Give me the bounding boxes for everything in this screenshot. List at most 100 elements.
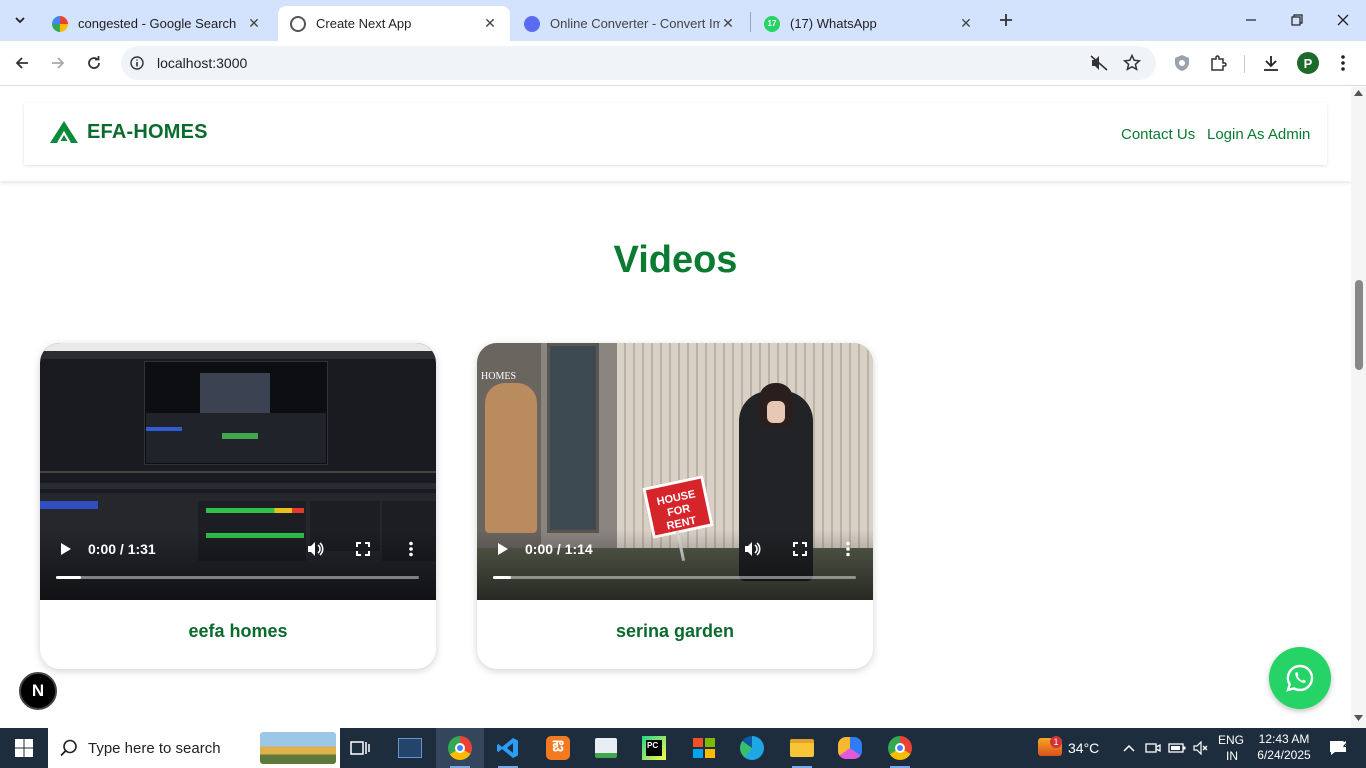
video-progress-bar[interactable] <box>56 576 419 579</box>
search-highlight-image <box>260 732 336 764</box>
edge-icon <box>740 736 764 760</box>
scroll-down-icon[interactable] <box>1354 715 1363 721</box>
show-hidden-icons-button[interactable] <box>1118 728 1140 768</box>
search-icon <box>60 739 77 757</box>
video-player[interactable]: 0:00 / 1:31 <box>40 343 436 600</box>
forward-button[interactable] <box>44 49 72 77</box>
media-muted-icon[interactable] <box>1090 55 1108 71</box>
video-progress-fill <box>493 576 512 579</box>
tab-online-converter[interactable]: Online Converter - Convert Ima ✕ <box>512 6 748 41</box>
taskbar-app-chrome-2[interactable] <box>876 728 924 768</box>
task-view-button[interactable] <box>336 728 384 768</box>
back-button[interactable] <box>8 49 36 77</box>
video-title: serina garden <box>615 621 735 641</box>
close-icon[interactable]: ✕ <box>482 15 498 32</box>
taskbar-app-xampp[interactable]: ఔ <box>534 728 582 768</box>
shield-extension-button[interactable] <box>1170 51 1194 75</box>
browser-toolbar: localhost:3000 P <box>0 41 1366 86</box>
volume-icon <box>308 542 324 556</box>
address-bar[interactable]: localhost:3000 <box>121 46 1156 80</box>
taskbar-app-edge[interactable] <box>728 728 776 768</box>
extensions-button[interactable] <box>1206 51 1230 75</box>
battery-status[interactable] <box>1166 728 1188 768</box>
video-progress-fill <box>56 576 82 579</box>
close-icon[interactable]: ✕ <box>958 15 974 32</box>
weather-widget[interactable]: 1 34°C <box>1034 728 1104 768</box>
arrow-left-icon <box>15 57 28 69</box>
restore-button[interactable] <box>1274 0 1320 40</box>
whatsapp-float-button[interactable] <box>1269 647 1331 709</box>
volume-button[interactable] <box>304 538 326 560</box>
profile-button[interactable]: P <box>1296 51 1320 75</box>
video-title: eefa homes <box>188 621 288 641</box>
brand-logo[interactable]: EFA-HOMES <box>49 120 208 144</box>
site-info-icon[interactable] <box>130 56 144 70</box>
page-scrollbar[interactable] <box>1351 87 1366 728</box>
minimize-button[interactable] <box>1228 0 1274 40</box>
tab-search-button[interactable] <box>8 8 32 32</box>
fullscreen-icon <box>793 542 807 556</box>
tab-create-next-app[interactable]: Create Next App ✕ <box>278 6 510 41</box>
taskbar-search-box[interactable]: Type here to search <box>48 728 340 768</box>
video-overlay-logo: HOMES <box>481 371 517 382</box>
scroll-up-icon[interactable] <box>1354 90 1363 96</box>
volume-muted-icon <box>1193 741 1208 755</box>
notification-center-button[interactable]: 2 <box>1318 728 1358 768</box>
close-icon[interactable]: ✕ <box>246 15 262 32</box>
arrow-right-icon <box>52 57 65 69</box>
vscode-icon <box>497 738 518 758</box>
clock-time: 12:43 AM <box>1258 732 1310 746</box>
battery-icon <box>1168 743 1186 753</box>
video-controls: 0:00 / 1:14 <box>477 530 873 600</box>
scroll-thumb[interactable] <box>1355 280 1363 370</box>
chrome-icon <box>888 736 912 760</box>
weather-badge: 1 <box>1050 736 1062 748</box>
media-icon <box>595 738 617 758</box>
clock[interactable]: 12:43 AM 6/24/2025 <box>1252 728 1316 768</box>
browser-menu-button[interactable] <box>1331 51 1355 75</box>
taskbar-app-chrome[interactable] <box>436 728 484 768</box>
video-player[interactable]: HOUSE FOR RENT HOMES 0:00 / 1:14 <box>477 343 873 600</box>
downloads-button[interactable] <box>1259 51 1283 75</box>
taskbar-app-store[interactable] <box>680 728 728 768</box>
taskbar-app-media[interactable] <box>582 728 630 768</box>
volume-status[interactable] <box>1190 728 1212 768</box>
camera-icon <box>1145 743 1161 753</box>
search-placeholder: Type here to search <box>88 739 221 757</box>
chevron-up-icon <box>1123 744 1135 752</box>
fullscreen-button[interactable] <box>352 538 374 560</box>
video-progress-bar[interactable] <box>493 576 856 579</box>
brand-name: EFA-HOMES <box>87 120 208 143</box>
reload-button[interactable] <box>80 49 108 77</box>
play-button[interactable] <box>491 538 513 560</box>
meet-now-button[interactable] <box>1142 728 1164 768</box>
video-card: HOUSE FOR RENT HOMES 0:00 / 1:14 serina … <box>477 343 873 669</box>
video-more-button[interactable] <box>400 538 422 560</box>
bookmark-star-icon[interactable] <box>1123 54 1141 72</box>
taskbar-app-vscode[interactable] <box>484 728 532 768</box>
taskbar-app-network-tool[interactable] <box>386 728 434 768</box>
region-code: IN <box>1226 749 1238 763</box>
reload-icon <box>88 56 100 69</box>
nav-contact-link[interactable]: Contact Us <box>1121 126 1195 143</box>
converter-icon <box>524 15 540 32</box>
volume-button[interactable] <box>741 538 763 560</box>
whatsapp-icon: 17 <box>764 15 780 32</box>
play-button[interactable] <box>54 538 76 560</box>
nextjs-dev-badge[interactable]: N <box>19 672 57 710</box>
close-icon[interactable]: ✕ <box>720 15 736 32</box>
fullscreen-button[interactable] <box>789 538 811 560</box>
tab-google-search[interactable]: congested - Google Search ✕ <box>40 6 274 41</box>
taskbar-app-copilot[interactable] <box>826 728 874 768</box>
taskbar-app-pycharm[interactable]: PC <box>630 728 678 768</box>
video-more-button[interactable] <box>837 538 859 560</box>
folder-icon <box>790 739 814 757</box>
tab-whatsapp[interactable]: 17 (17) WhatsApp ✕ <box>752 6 986 41</box>
video-time: 0:00 / 1:31 <box>88 541 156 557</box>
window-close-button[interactable] <box>1320 0 1366 40</box>
language-indicator[interactable]: ENG IN <box>1214 728 1248 768</box>
start-button[interactable] <box>0 728 48 768</box>
taskbar-app-file-explorer[interactable] <box>778 728 826 768</box>
nav-login-admin-link[interactable]: Login As Admin <box>1207 126 1310 143</box>
new-tab-button[interactable] <box>994 8 1018 32</box>
